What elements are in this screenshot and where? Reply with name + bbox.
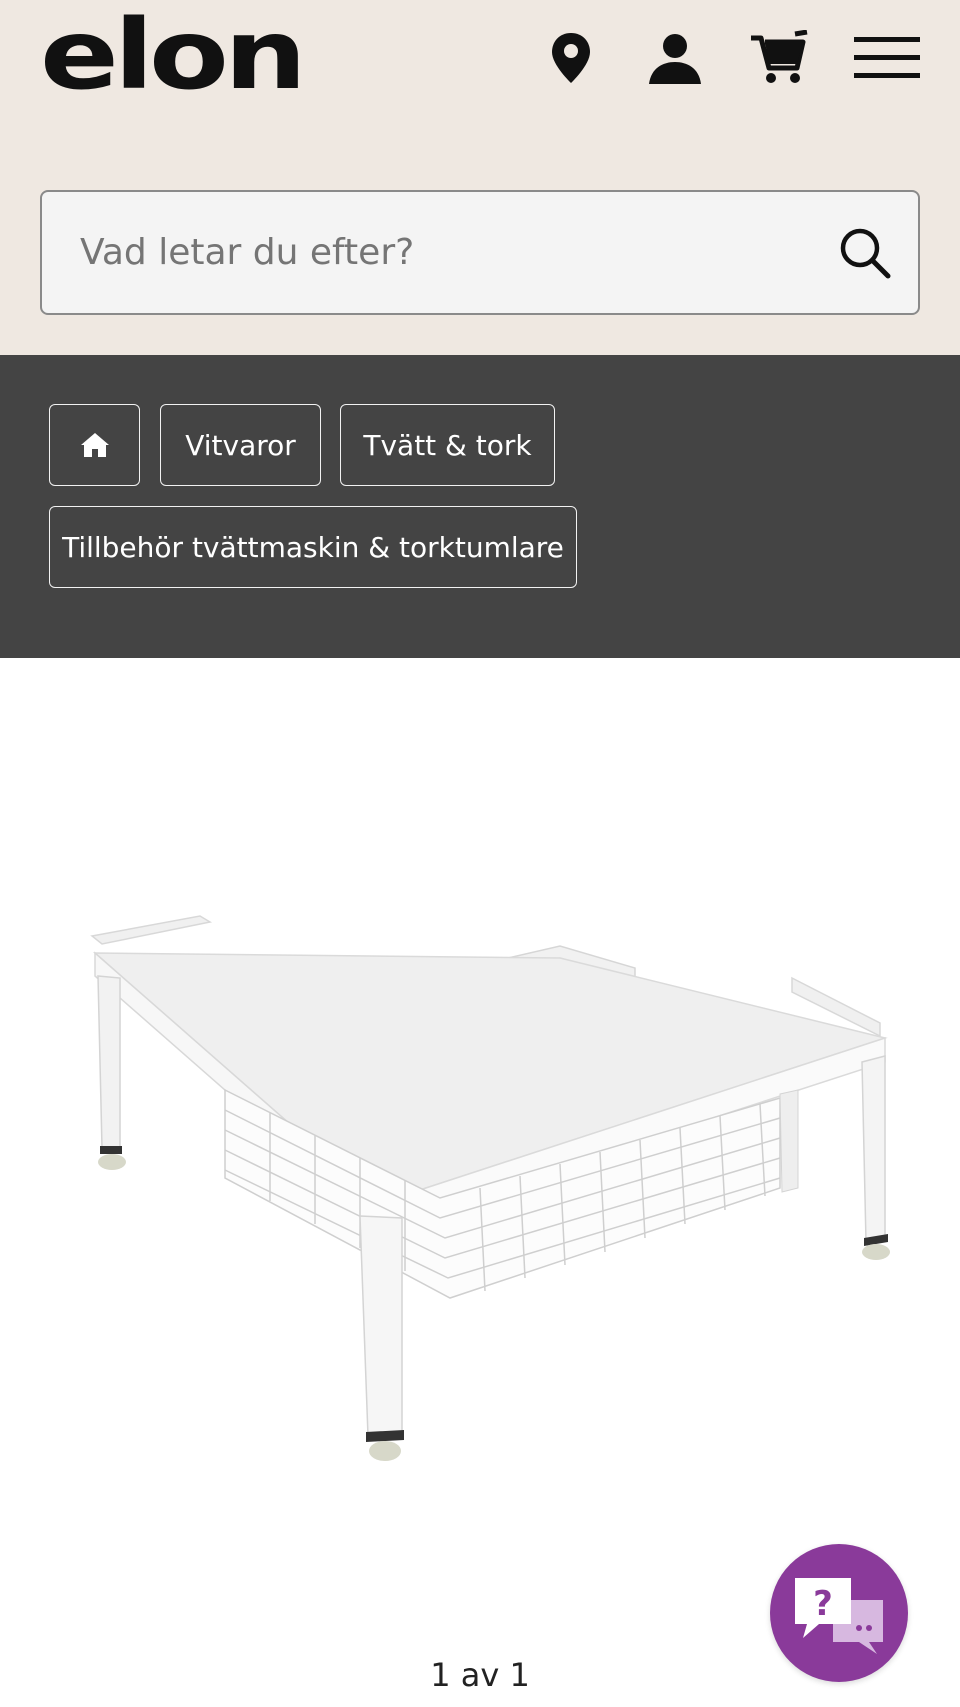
elon-logo[interactable]: elon [40,14,304,94]
breadcrumb-tvatt-tork[interactable]: Tvätt & tork [340,404,555,486]
home-icon [80,433,109,457]
store-locator-button[interactable] [538,26,604,90]
help-chat-button[interactable]: ? [770,1544,908,1682]
breadcrumb-home[interactable] [49,404,140,486]
site-header: elon [0,0,960,355]
svg-text:?: ? [813,1584,833,1624]
cart-button[interactable] [746,26,812,90]
search-box [40,190,920,315]
breadcrumb: Vitvaror Tvätt & tork Tillbehör tvättmas… [0,355,960,658]
product-gallery: 1 av 1 ? [0,658,960,1707]
menu-icon [854,37,920,78]
account-button[interactable] [642,26,708,90]
breadcrumb-tillbehor[interactable]: Tillbehör tvättmaskin & torktumlare [49,506,577,588]
help-chat-icon: ? [795,1578,883,1654]
search-input[interactable] [80,192,840,313]
svg-text:elon: elon [40,14,302,94]
search-icon [840,228,891,279]
product-image[interactable] [80,858,900,1498]
search-button[interactable] [832,220,898,286]
location-pin-icon [552,33,590,83]
menu-button[interactable] [854,26,920,90]
breadcrumb-vitvaror[interactable]: Vitvaror [160,404,321,486]
user-icon [649,34,701,84]
cart-icon [751,30,808,83]
